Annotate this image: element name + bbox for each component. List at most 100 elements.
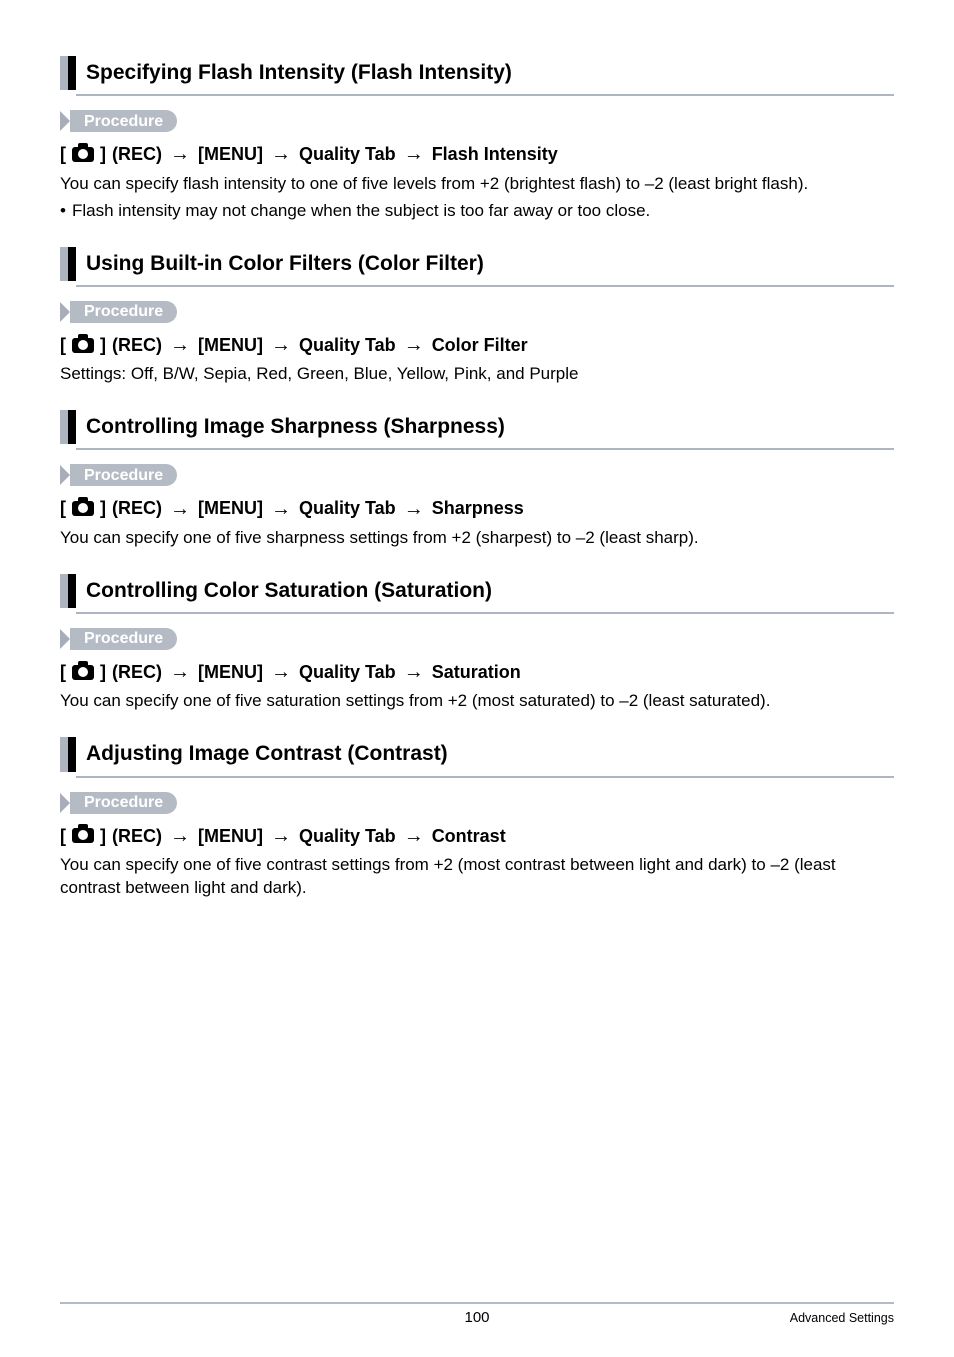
procedure-marker: Procedure: [60, 301, 894, 323]
quality-tab-label: Quality Tab: [299, 496, 396, 520]
rec-label: (REC): [112, 142, 162, 166]
section-underline: [76, 776, 894, 778]
title-bar-outer: [60, 574, 68, 608]
procedure-marker: Procedure: [60, 464, 894, 486]
bracket-close: ]: [100, 660, 106, 684]
arrow-icon: →: [170, 499, 190, 519]
rec-label: (REC): [112, 660, 162, 684]
arrow-icon: →: [404, 826, 424, 846]
arrow-icon: →: [271, 662, 291, 682]
chevron-icon: [60, 302, 70, 322]
arrow-icon: →: [271, 499, 291, 519]
arrow-icon: →: [404, 499, 424, 519]
quality-tab-label: Quality Tab: [299, 660, 396, 684]
bullet-text-flash: Flash intensity may not change when the …: [72, 200, 650, 223]
body-colorfilter: Settings: Off, B/W, Sepia, Red, Green, B…: [60, 363, 894, 386]
bracket-close: ]: [100, 824, 106, 848]
rec-label: (REC): [112, 496, 162, 520]
quality-tab-label: Quality Tab: [299, 824, 396, 848]
title-bar-inner: [68, 247, 76, 281]
title-bar-inner: [68, 56, 76, 90]
heading-contrast: Adjusting Image Contrast (Contrast): [86, 737, 448, 771]
heading-sharpness: Controlling Image Sharpness (Sharpness): [86, 410, 505, 444]
bullet-flash: • Flash intensity may not change when th…: [60, 200, 894, 223]
chevron-icon: [60, 111, 70, 131]
target-sharpness: Sharpness: [432, 496, 524, 520]
chevron-icon: [60, 793, 70, 813]
body-contrast: You can specify one of five contrast set…: [60, 854, 894, 900]
quality-tab-label: Quality Tab: [299, 142, 396, 166]
target-colorfilter: Color Filter: [432, 333, 528, 357]
procedure-label: Procedure: [70, 464, 177, 486]
section-title-sharpness: Controlling Image Sharpness (Sharpness): [60, 410, 894, 444]
section-title-colorfilter: Using Built-in Color Filters (Color Filt…: [60, 247, 894, 281]
title-bar-outer: [60, 247, 68, 281]
camera-icon: [72, 665, 94, 680]
bracket-open: [: [60, 333, 66, 357]
body-saturation: You can specify one of five saturation s…: [60, 690, 894, 713]
procedure-label: Procedure: [70, 628, 177, 650]
page-content: Specifying Flash Intensity (Flash Intens…: [0, 0, 954, 900]
heading-saturation: Controlling Color Saturation (Saturation…: [86, 574, 492, 608]
title-bar-outer: [60, 737, 68, 771]
bracket-open: [: [60, 824, 66, 848]
menu-label: [MENU]: [198, 333, 263, 357]
procedure-marker: Procedure: [60, 628, 894, 650]
menu-path-saturation: [ ] (REC) → [MENU] → Quality Tab → Satur…: [60, 660, 894, 684]
menu-path-contrast: [ ] (REC) → [MENU] → Quality Tab → Contr…: [60, 824, 894, 848]
bracket-close: ]: [100, 142, 106, 166]
menu-label: [MENU]: [198, 496, 263, 520]
arrow-icon: →: [404, 144, 424, 164]
camera-icon: [72, 338, 94, 353]
menu-label: [MENU]: [198, 142, 263, 166]
procedure-label: Procedure: [70, 301, 177, 323]
camera-icon: [72, 501, 94, 516]
chevron-icon: [60, 465, 70, 485]
section-underline: [76, 94, 894, 96]
title-bar-inner: [68, 410, 76, 444]
arrow-icon: →: [271, 335, 291, 355]
procedure-label: Procedure: [70, 110, 177, 132]
title-bar-inner: [68, 574, 76, 608]
arrow-icon: →: [404, 335, 424, 355]
bracket-close: ]: [100, 496, 106, 520]
arrow-icon: →: [271, 144, 291, 164]
menu-label: [MENU]: [198, 660, 263, 684]
target-contrast: Contrast: [432, 824, 506, 848]
rec-label: (REC): [112, 824, 162, 848]
section-title-contrast: Adjusting Image Contrast (Contrast): [60, 737, 894, 771]
bracket-open: [: [60, 496, 66, 520]
menu-path-sharpness: [ ] (REC) → [MENU] → Quality Tab → Sharp…: [60, 496, 894, 520]
section-underline: [76, 285, 894, 287]
procedure-marker: Procedure: [60, 110, 894, 132]
title-bar-outer: [60, 410, 68, 444]
chevron-icon: [60, 629, 70, 649]
heading-colorfilter: Using Built-in Color Filters (Color Filt…: [86, 247, 484, 281]
arrow-icon: →: [404, 662, 424, 682]
procedure-marker: Procedure: [60, 792, 894, 814]
section-underline: [76, 448, 894, 450]
page-footer: 100 Advanced Settings: [60, 1302, 894, 1327]
arrow-icon: →: [170, 826, 190, 846]
bracket-open: [: [60, 660, 66, 684]
body-flash: You can specify flash intensity to one o…: [60, 173, 894, 196]
arrow-icon: →: [170, 662, 190, 682]
bullet-dot: •: [60, 200, 66, 223]
rec-label: (REC): [112, 333, 162, 357]
arrow-icon: →: [170, 144, 190, 164]
camera-icon: [72, 828, 94, 843]
bracket-close: ]: [100, 333, 106, 357]
menu-path-colorfilter: [ ] (REC) → [MENU] → Quality Tab → Color…: [60, 333, 894, 357]
page-number: 100: [464, 1308, 489, 1328]
arrow-icon: →: [271, 826, 291, 846]
section-title-flash: Specifying Flash Intensity (Flash Intens…: [60, 56, 894, 90]
menu-label: [MENU]: [198, 824, 263, 848]
target-saturation: Saturation: [432, 660, 521, 684]
procedure-label: Procedure: [70, 792, 177, 814]
menu-path-flash: [ ] (REC) → [MENU] → Quality Tab → Flash…: [60, 142, 894, 166]
body-sharpness: You can specify one of five sharpness se…: [60, 527, 894, 550]
footer-section-label: Advanced Settings: [790, 1310, 894, 1327]
bracket-open: [: [60, 142, 66, 166]
title-bar-inner: [68, 737, 76, 771]
section-title-saturation: Controlling Color Saturation (Saturation…: [60, 574, 894, 608]
